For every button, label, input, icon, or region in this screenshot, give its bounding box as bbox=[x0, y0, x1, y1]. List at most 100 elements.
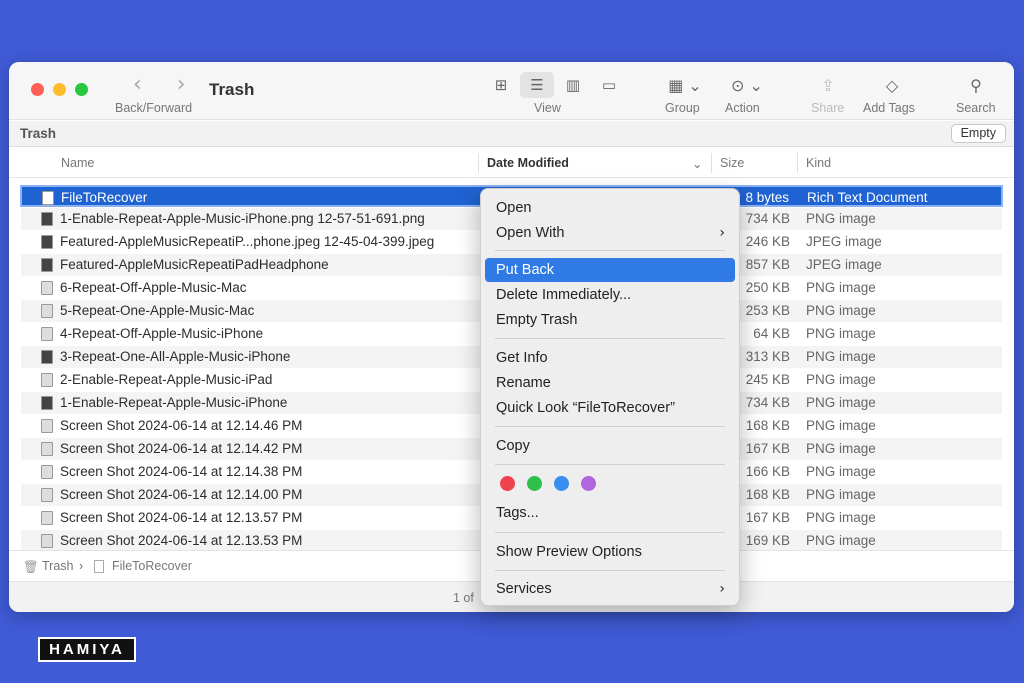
menu-separator bbox=[495, 570, 725, 571]
menu-separator bbox=[495, 426, 725, 427]
column-size[interactable]: Size bbox=[720, 156, 744, 170]
file-name: Featured-AppleMusicRepeatiPadHeadphone bbox=[60, 257, 329, 272]
window-title: Trash bbox=[209, 80, 255, 99]
status-text: 1 of bbox=[453, 591, 474, 605]
document-icon bbox=[42, 191, 54, 205]
menu-item-quick-look[interactable]: Quick Look “FileToRecover” bbox=[485, 396, 735, 420]
column-kind[interactable]: Kind bbox=[806, 156, 831, 170]
menu-separator bbox=[495, 338, 725, 339]
document-icon bbox=[94, 560, 104, 573]
menu-item-label: Copy bbox=[496, 438, 530, 454]
sort-chevron-icon[interactable]: ⌄ bbox=[692, 156, 702, 171]
image-file-icon bbox=[41, 281, 53, 295]
menu-item-label: Open With bbox=[496, 225, 565, 241]
tag-color-red[interactable] bbox=[500, 476, 515, 491]
menu-separator bbox=[495, 464, 725, 465]
file-kind: PNG image bbox=[806, 418, 876, 433]
back-forward-arrows-icon[interactable]: ‹ › bbox=[133, 72, 200, 97]
list-view-icon[interactable]: ☰ bbox=[520, 72, 554, 98]
tag-icon[interactable]: ◇ bbox=[881, 72, 903, 98]
column-date-modified[interactable]: Date Modified bbox=[487, 156, 569, 170]
file-kind: PNG image bbox=[806, 395, 876, 410]
menu-item-empty-trash[interactable]: Empty Trash bbox=[485, 308, 735, 332]
view-switcher: ⊞ ☰ ▥ ▭ bbox=[479, 72, 629, 98]
menu-item-rename[interactable]: Rename bbox=[485, 371, 735, 395]
image-file-icon bbox=[41, 258, 53, 272]
minimize-window-button[interactable] bbox=[53, 83, 66, 96]
image-file-icon bbox=[41, 327, 53, 341]
tag-color-blue[interactable] bbox=[554, 476, 569, 491]
file-size: 169 KB bbox=[745, 533, 790, 548]
toolbar: ‹ › Back/Forward Trash ⊞ ☰ ▥ ▭ View ▦ ⌄ … bbox=[9, 62, 1014, 120]
zoom-window-button[interactable] bbox=[75, 83, 88, 96]
action-icon[interactable]: ⊙ ⌄ bbox=[727, 72, 767, 98]
breadcrumb-file[interactable]: FileToRecover bbox=[112, 559, 192, 573]
menu-item-label: Put Back bbox=[496, 262, 555, 278]
file-name: Screen Shot 2024-06-14 at 12.14.38 PM bbox=[60, 464, 303, 479]
menu-item-get-info[interactable]: Get Info bbox=[485, 346, 735, 370]
file-size: 253 KB bbox=[745, 303, 790, 318]
breadcrumb-trash[interactable]: Trash bbox=[42, 559, 74, 573]
add-tags-label: Add Tags bbox=[863, 101, 915, 115]
image-file-icon bbox=[41, 212, 53, 226]
file-kind: PNG image bbox=[806, 372, 876, 387]
share-icon[interactable]: ⇪ bbox=[817, 72, 839, 98]
menu-item-open-with[interactable]: Open With › bbox=[485, 221, 735, 245]
empty-trash-button[interactable]: Empty bbox=[950, 124, 1006, 143]
search-icon[interactable]: ⚲ bbox=[965, 72, 987, 98]
file-kind: PNG image bbox=[806, 464, 876, 479]
menu-item-delete-immediately[interactable]: Delete Immediately... bbox=[485, 283, 735, 307]
column-divider[interactable] bbox=[478, 153, 479, 173]
file-size: 167 KB bbox=[745, 441, 790, 456]
file-name: 6-Repeat-Off-Apple-Music-Mac bbox=[60, 280, 247, 295]
image-file-icon bbox=[41, 396, 53, 410]
icon-view-icon[interactable]: ⊞ bbox=[484, 72, 518, 98]
tag-color-purple[interactable] bbox=[581, 476, 596, 491]
group-label: Group bbox=[665, 101, 700, 115]
menu-item-open[interactable]: Open bbox=[485, 196, 735, 220]
file-kind: PNG image bbox=[806, 280, 876, 295]
image-file-icon bbox=[41, 488, 53, 502]
column-name[interactable]: Name bbox=[61, 156, 94, 170]
chevron-right-icon: › bbox=[719, 581, 725, 597]
column-divider[interactable] bbox=[711, 153, 712, 173]
close-window-button[interactable] bbox=[31, 83, 44, 96]
group-icon[interactable]: ▦ ⌄ bbox=[665, 72, 705, 98]
column-divider[interactable] bbox=[797, 153, 798, 173]
file-size: 734 KB bbox=[745, 395, 790, 410]
trash-icon: 🗑 bbox=[23, 559, 39, 574]
search-label: Search bbox=[956, 101, 996, 115]
tag-color-green[interactable] bbox=[527, 476, 542, 491]
column-view-icon[interactable]: ▥ bbox=[556, 72, 590, 98]
file-name: 3-Repeat-One-All-Apple-Music-iPhone bbox=[60, 349, 291, 364]
menu-item-put-back[interactable]: Put Back bbox=[485, 258, 735, 282]
file-size: 246 KB bbox=[745, 234, 790, 249]
menu-item-label: Services bbox=[496, 581, 552, 597]
file-name: Screen Shot 2024-06-14 at 12.13.53 PM bbox=[60, 533, 303, 548]
image-file-icon bbox=[41, 465, 53, 479]
file-kind: JPEG image bbox=[806, 257, 882, 272]
hamiya-logo: HAMIYA bbox=[38, 637, 136, 662]
menu-item-tags[interactable]: Tags... bbox=[485, 501, 735, 525]
file-size: 168 KB bbox=[745, 418, 790, 433]
file-name: Screen Shot 2024-06-14 at 12.13.57 PM bbox=[60, 510, 303, 525]
column-header: Name Date Modified ⌄ Size Kind bbox=[9, 148, 1014, 178]
file-name: Screen Shot 2024-06-14 at 12.14.00 PM bbox=[60, 487, 303, 502]
image-file-icon bbox=[41, 350, 53, 364]
gallery-view-icon[interactable]: ▭ bbox=[592, 72, 626, 98]
menu-item-label: Get Info bbox=[496, 350, 548, 366]
file-kind: PNG image bbox=[806, 211, 876, 226]
menu-item-services[interactable]: Services › bbox=[485, 577, 735, 601]
file-name: Featured-AppleMusicRepeatiP...phone.jpeg… bbox=[60, 234, 435, 249]
context-menu: Open Open With › Put Back Delete Immediat… bbox=[480, 188, 740, 606]
menu-item-label: Quick Look “FileToRecover” bbox=[496, 400, 675, 416]
image-file-icon bbox=[41, 442, 53, 456]
file-name: Screen Shot 2024-06-14 at 12.14.42 PM bbox=[60, 441, 303, 456]
file-kind: PNG image bbox=[806, 349, 876, 364]
file-kind: PNG image bbox=[806, 326, 876, 341]
back-forward-label: Back/Forward bbox=[115, 101, 193, 115]
menu-item-show-preview-options[interactable]: Show Preview Options bbox=[485, 540, 735, 564]
action-label: Action bbox=[725, 101, 760, 115]
menu-item-copy[interactable]: Copy bbox=[485, 434, 735, 458]
menu-separator bbox=[495, 250, 725, 251]
